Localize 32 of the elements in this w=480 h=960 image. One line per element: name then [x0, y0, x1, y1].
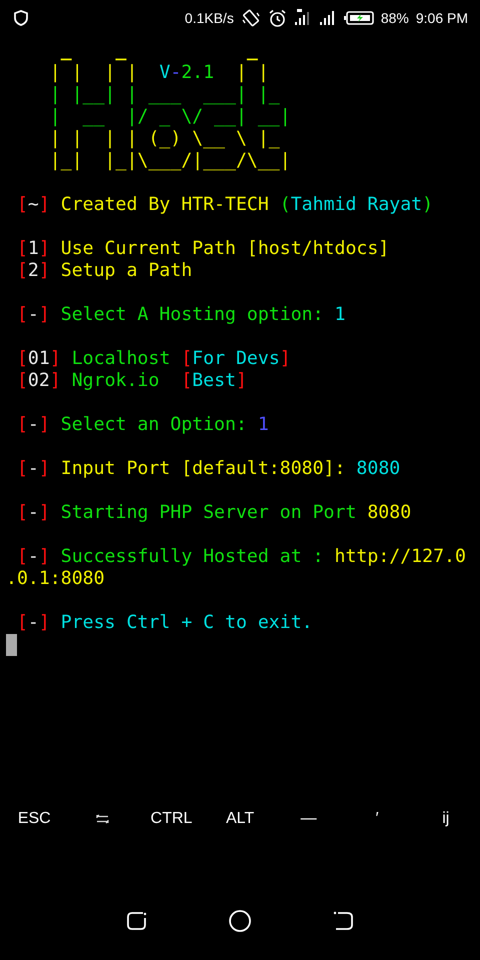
signal-icon — [318, 9, 337, 27]
terminal-line: [1] Use Current Path [host/htdocs] — [16, 238, 390, 260]
terminal-line: [~] Created By HTR-TECH (Tahmid Rayat) — [16, 194, 434, 216]
terminal-line: [-] Starting PHP Server on Port 8080 — [16, 502, 412, 524]
home-icon[interactable] — [228, 909, 252, 933]
back-icon[interactable] — [332, 910, 354, 932]
battery-percentage: 88% — [380, 10, 409, 26]
terminal-line: [-] Select an Option: 1 — [16, 414, 269, 436]
terminal-line: .0.1:8080 — [6, 568, 105, 590]
terminal-line: [-] Press Ctrl + C to exit. — [16, 612, 313, 634]
key-button[interactable]: ALT — [222, 808, 258, 830]
terminal-line: [02] Ngrok.io [Best] — [16, 370, 247, 392]
terminal-line: [-] Input Port [default:8080]: 8080 — [16, 458, 400, 480]
terminal-line: [2] Setup a Path — [16, 260, 192, 282]
terminal-line: [-] Select A Hosting option: 1 — [16, 304, 346, 326]
alarm-icon — [268, 8, 287, 28]
key-button[interactable]: — — [296, 808, 321, 830]
key-button[interactable]: ′ — [372, 808, 383, 830]
signal-icon — [294, 9, 312, 27]
terminal-line: [-] Successfully Hosted at : http://127.0 — [16, 546, 466, 568]
clock: 9:06 PM — [416, 10, 468, 26]
key-button[interactable]: ij — [438, 808, 454, 830]
recent-apps-icon[interactable] — [126, 910, 148, 932]
battery-icon — [344, 11, 374, 25]
key-button[interactable]: ESC — [14, 808, 55, 830]
text-cursor — [6, 634, 17, 656]
auto-rotate-icon — [240, 8, 261, 28]
terminal-line: [01] Localhost [For Devs] — [16, 348, 291, 370]
ascii-art-logo: _ _ _ | | | | V-2.1 | | | |__| | ___ ___| |_ | __ |/ _ \/ __| __| | | | | (_) \__ \ |_ |_| |_|\___/|___/\__| — [48, 40, 292, 172]
shield-icon — [14, 10, 28, 26]
key-button[interactable]: CTRL — [146, 808, 196, 830]
network-speed: 0.1KB/s — [184, 10, 234, 26]
